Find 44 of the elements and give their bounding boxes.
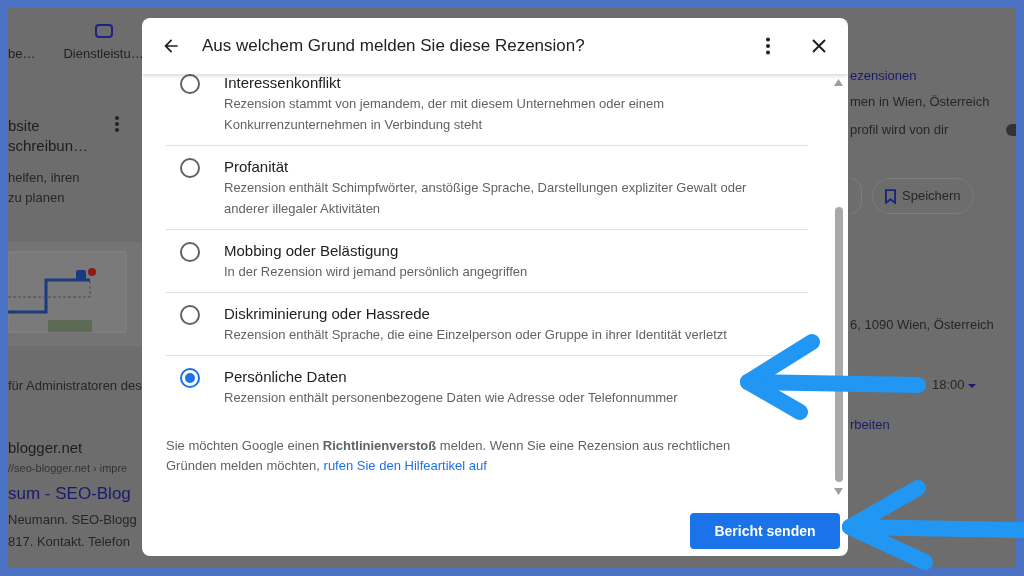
dropdown-caret-icon: [968, 383, 977, 388]
card-title: bsite: [8, 115, 40, 136]
option-description: Rezension enthält personenbezogene Daten wie Adresse oder Telefonnummer: [224, 389, 678, 407]
link-text[interactable]: ezensionen: [850, 66, 1016, 86]
bookmark-icon: [885, 188, 896, 204]
more-options-icon[interactable]: [765, 37, 771, 55]
scroll-up-icon[interactable]: [834, 79, 843, 86]
info-text: men in Wien, Österreich: [850, 93, 991, 111]
option-description: Rezension enthält Sprache, die eine Einzelperson oder Gruppe in ihrer Identität verletzt: [224, 326, 727, 344]
option-description: Rezension stammt von jemandem, der mit diesem Unternehmen oder einem Konkurrenzunternehmen in Verbindung steht: [224, 95, 666, 134]
result-title-link[interactable]: sum - SEO-Blog: [8, 481, 131, 506]
option-title[interactable]: Profanität: [224, 156, 289, 177]
radio-button[interactable]: [180, 305, 200, 325]
snippet-text: helfen, ihren: [8, 168, 81, 187]
card-title: schreibun…: [8, 135, 89, 156]
option-title[interactable]: Diskriminierung oder Hassrede: [224, 303, 430, 324]
info-text: profil wird von dir: [850, 121, 949, 139]
category-tab[interactable]: be…: [8, 44, 36, 64]
radio-button[interactable]: [180, 74, 200, 94]
radio-button[interactable]: [180, 158, 200, 178]
close-icon[interactable]: [811, 38, 827, 54]
info-text: 6, 1090 Wien, Österreich: [850, 316, 995, 334]
snippet-text: Neumann. SEO-Blogg: [8, 510, 138, 529]
result-url: //seo-blogger.net › impre: [8, 460, 129, 476]
snippet-text: 817. Kontakt. Telefon: [8, 532, 131, 551]
option-description: In der Rezension wird jemand persönlich angegriffen: [224, 263, 528, 281]
card-title: blogger.net: [8, 437, 83, 458]
help-article-link[interactable]: rufen Sie den Hilfeartikel auf: [323, 458, 487, 473]
category-tab[interactable]: Dienstleistu…: [63, 44, 144, 64]
option-description: Rezension enthält Schimpfwörter, anstößige Sprache, Darstellungen expliziter Gewalt oder anderer illegaler Aktivitäten: [224, 179, 748, 218]
opening-hours[interactable]: 18:00: [932, 375, 977, 395]
send-report-button[interactable]: Bericht senden: [690, 513, 840, 549]
snippet-text: zu planen: [8, 188, 66, 207]
snippet-text: für Administratoren des: [8, 376, 142, 395]
link-text[interactable]: rbeiten: [850, 415, 1016, 435]
list-icon: [94, 24, 113, 38]
dialog-title: Aus welchem Grund melden Sie diese Rezension?: [202, 35, 585, 58]
scroll-down-icon[interactable]: [834, 488, 843, 495]
policy-note: Sie möchten Google einen Richtlinienverstoß melden. Wenn Sie eine Rezension aus rechtlichen Gründen melden möchten, rufen Sie den Hilfeartikel auf: [166, 437, 732, 475]
option-title[interactable]: Interessenkonflikt: [224, 74, 341, 93]
radio-button[interactable]: [180, 368, 200, 388]
option-title[interactable]: Persönliche Daten: [224, 366, 347, 387]
radio-button[interactable]: [180, 242, 200, 262]
option-title[interactable]: Mobbing oder Belästigung: [224, 240, 399, 261]
